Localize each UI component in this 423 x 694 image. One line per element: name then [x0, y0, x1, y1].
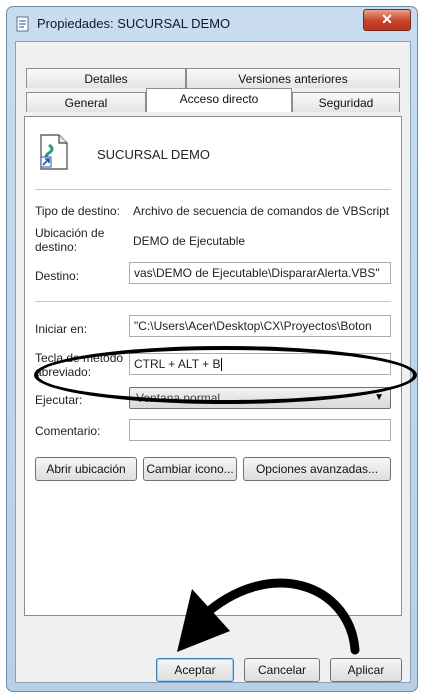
tab-seguridad[interactable]: Seguridad	[292, 92, 400, 112]
text-cursor	[221, 358, 223, 372]
shortcut-name: SUCURSAL DEMO	[97, 147, 210, 162]
target-input[interactable]: vas\DEMO de Ejecutable\DispararAlerta.VB…	[129, 262, 391, 284]
change-icon-button[interactable]: Cambiar icono...	[143, 457, 237, 481]
chevron-down-icon: ▼	[374, 392, 384, 403]
tab-acceso-directo[interactable]: Acceso directo	[146, 88, 292, 112]
target-type-label: Tipo de destino:	[35, 204, 120, 218]
title-bar[interactable]: Propiedades: SUCURSAL DEMO ✕	[7, 7, 417, 41]
run-label: Ejecutar:	[35, 393, 83, 407]
open-location-button[interactable]: Abrir ubicación	[35, 457, 137, 481]
curved-arrow-icon	[177, 578, 360, 655]
hotkey-value: CTRL + ALT + B	[134, 357, 221, 371]
separator	[35, 301, 391, 302]
close-icon: ✕	[381, 11, 393, 27]
close-button[interactable]: ✕	[363, 9, 411, 31]
target-label: Destino:	[35, 269, 80, 283]
tab-general[interactable]: General	[26, 92, 146, 112]
tab-detalles[interactable]: Detalles	[26, 68, 186, 88]
comment-label: Comentario:	[35, 424, 101, 438]
separator	[35, 189, 391, 190]
shortcut-tab-panel: SUCURSAL DEMO Tipo de destino: Archivo d…	[24, 116, 402, 616]
hotkey-input[interactable]: CTRL + ALT + B	[129, 353, 391, 375]
comment-input[interactable]	[129, 419, 391, 441]
run-select[interactable]: Ventana normal ▼	[129, 387, 391, 409]
target-type-value: Archivo de secuencia de comandos de VBSc…	[133, 204, 390, 218]
window-title: Propiedades: SUCURSAL DEMO	[37, 16, 231, 31]
script-file-icon	[16, 16, 29, 32]
start-in-label: Iniciar en:	[35, 322, 88, 336]
apply-button[interactable]: Aplicar	[330, 658, 402, 682]
run-selected-value: Ventana normal	[136, 391, 221, 405]
hotkey-label: Tecla de método abreviado:	[35, 351, 124, 379]
cancel-button[interactable]: Cancelar	[244, 658, 320, 682]
start-in-input[interactable]: "C:\Users\Acer\Desktop\CX\Proyectos\Boto…	[129, 315, 391, 337]
advanced-options-button[interactable]: Opciones avanzadas...	[243, 457, 391, 481]
target-location-label: Ubicación de destino:	[35, 226, 105, 254]
target-location-value: DEMO de Ejecutable	[133, 234, 246, 248]
tab-versiones-anteriores[interactable]: Versiones anteriores	[186, 68, 400, 88]
ok-button[interactable]: Aceptar	[156, 658, 234, 682]
vbscript-file-icon	[40, 134, 68, 170]
